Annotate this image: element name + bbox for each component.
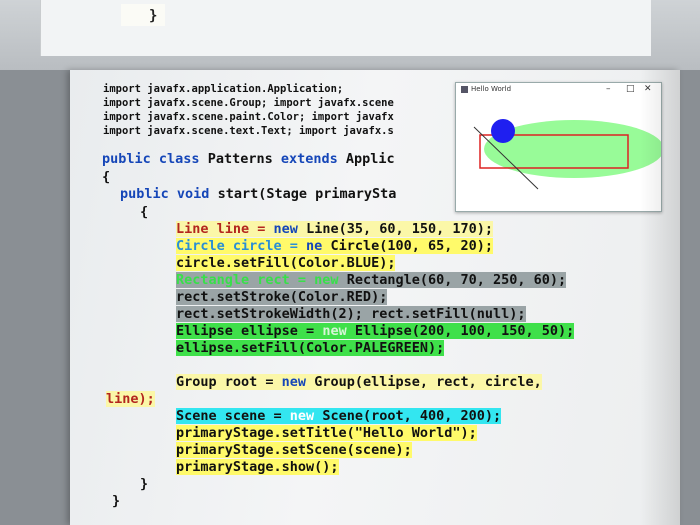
import-line-2: import javafx.scene.Group; import javafx… (103, 97, 394, 109)
code-line-ellipse-fill: ellipse.setFill(Color.PALEGREEN); (176, 340, 445, 356)
blue-circle (491, 119, 515, 143)
code-page: import javafx.application.Application; i… (70, 70, 680, 525)
code-line-scene: Scene scene = new Scene(root, 400, 200); (176, 408, 502, 424)
class-close-brace: } (112, 493, 121, 509)
method-declaration: public void start(Stage primarySta (120, 186, 397, 202)
app-icon (461, 86, 468, 93)
closing-brace: } (149, 8, 158, 24)
code-line-circle-fill: circle.setFill(Color.BLUE); (176, 255, 396, 271)
maximize-button[interactable]: □ (626, 84, 635, 94)
window-title: Hello World (471, 85, 512, 93)
code-line-group: Group root = new Group(ellipse, rect, ci… (176, 374, 542, 390)
brace-highlight (121, 4, 165, 26)
import-line-1: import javafx.application.Application; (103, 83, 344, 95)
code-line-set-scene: primaryStage.setScene(scene); (176, 442, 412, 458)
code-line-rect-width: rect.setStrokeWidth(2); rect.setFill(nul… (176, 306, 526, 322)
code-line-ellipse: Ellipse ellipse = new Ellipse(200, 100, … (176, 323, 575, 339)
code-line-group-cont: line); (106, 391, 155, 407)
previous-page: } (40, 0, 651, 56)
code-line-set-title: primaryStage.setTitle("Hello World"); (176, 425, 477, 441)
code-line-rectangle: Rectangle rect = new Rectangle(60, 70, 2… (176, 272, 567, 288)
window-titlebar: Hello World – □ ✕ (456, 83, 661, 97)
method-open-brace: { (140, 204, 149, 220)
minimize-button[interactable]: – (606, 84, 611, 94)
import-line-3: import javafx.scene.paint.Color; import … (103, 111, 394, 123)
close-button[interactable]: ✕ (644, 84, 652, 94)
scene-canvas (473, 119, 661, 190)
class-declaration: public class Patterns extends Applic (102, 151, 395, 167)
code-line-rect-stroke: rect.setStroke(Color.RED); (176, 289, 388, 305)
class-open-brace: { (102, 169, 111, 185)
method-close-brace: } (140, 476, 149, 492)
import-line-4: import javafx.scene.text.Text; import ja… (103, 125, 394, 137)
hello-world-window: Hello World – □ ✕ (455, 82, 662, 212)
code-line-show: primaryStage.show(); (176, 459, 339, 475)
code-line-circle: Circle circle = ne Circle(100, 65, 20); (176, 238, 493, 254)
code-line-line: Line line = new Line(35, 60, 150, 170); (176, 221, 494, 237)
